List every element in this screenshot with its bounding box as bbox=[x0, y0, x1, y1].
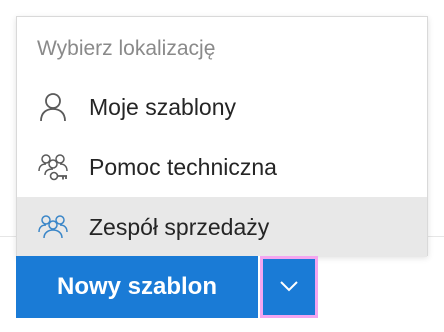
stage: Wybierz lokalizację Moje szablony Pomoc … bbox=[0, 0, 444, 332]
menu-item-label: Pomoc techniczna bbox=[89, 154, 277, 180]
menu-item-tech-support[interactable]: Pomoc techniczna bbox=[17, 137, 427, 197]
new-template-button[interactable]: Nowy szablon bbox=[16, 256, 258, 318]
menu-item-label: Moje szablony bbox=[89, 94, 237, 120]
new-template-split-button: Nowy szablon bbox=[16, 256, 318, 318]
chevron-down-icon bbox=[280, 279, 298, 293]
dropdown-toggle-button[interactable] bbox=[260, 256, 318, 318]
location-menu: Wybierz lokalizację Moje szablony Pomoc … bbox=[16, 16, 428, 257]
menu-item-label: Zespół sprzedaży bbox=[89, 214, 270, 240]
group-icon bbox=[37, 211, 69, 243]
menu-item-sales-team[interactable]: Zespół sprzedaży bbox=[17, 197, 427, 257]
menu-header: Wybierz lokalizację bbox=[37, 37, 216, 60]
person-icon bbox=[37, 91, 69, 123]
menu-item-my-templates[interactable]: Moje szablony bbox=[17, 77, 427, 137]
group-key-icon bbox=[37, 151, 69, 183]
